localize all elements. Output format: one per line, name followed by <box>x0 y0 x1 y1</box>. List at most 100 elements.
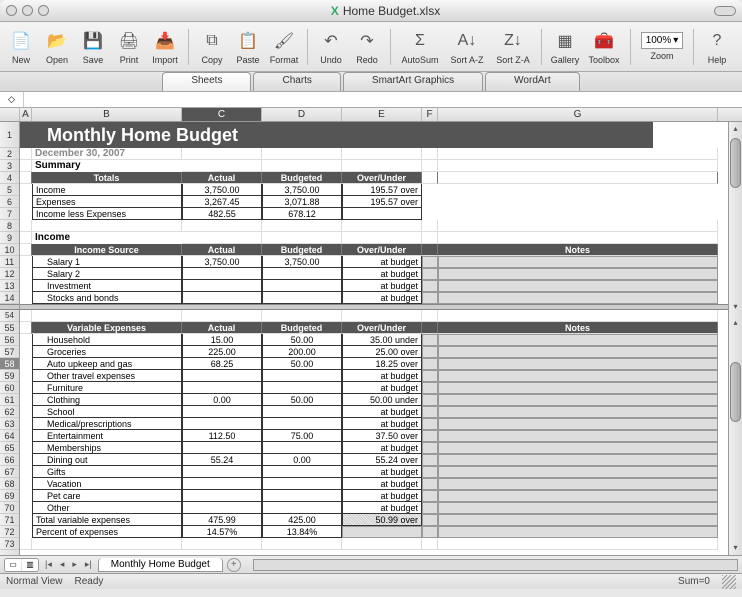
page-layout-view-button[interactable]: ▥ <box>22 559 38 571</box>
zoom-control[interactable]: 100%▾ Zoom <box>637 24 687 70</box>
horizontal-scrollbar[interactable] <box>253 559 738 571</box>
next-sheet-button[interactable]: ▸ <box>70 559 79 570</box>
col-header-g[interactable]: G <box>438 108 718 121</box>
scroll-up-button[interactable]: ▴ <box>729 316 742 330</box>
resize-grip[interactable] <box>722 575 736 589</box>
row-header[interactable]: 10 <box>0 244 19 256</box>
tab-smartart[interactable]: SmartArt Graphics <box>343 72 483 91</box>
import-button[interactable]: 📥Import <box>148 24 182 70</box>
row-header[interactable]: 65 <box>0 442 19 454</box>
row-header[interactable]: 57 <box>0 346 19 358</box>
col-header-a[interactable]: A <box>20 108 32 121</box>
print-button[interactable]: 🖨Print <box>112 24 146 70</box>
row-header[interactable]: 67 <box>0 466 19 478</box>
row-header[interactable]: 68 <box>0 478 19 490</box>
window-title: Home Budget.xlsx <box>343 4 440 18</box>
scroll-down-button[interactable]: ▾ <box>729 300 742 314</box>
sheet-title: Monthly Home Budget <box>35 122 653 148</box>
scroll-down-button[interactable]: ▾ <box>729 541 742 555</box>
prev-sheet-button[interactable]: ◂ <box>58 559 67 570</box>
row-header[interactable]: 59 <box>0 370 19 382</box>
row-header[interactable]: 5 <box>0 184 19 196</box>
scroll-thumb-upper[interactable] <box>730 138 741 188</box>
row-header[interactable]: 69 <box>0 490 19 502</box>
close-window-button[interactable] <box>6 5 17 16</box>
sort-az-icon: A↓ <box>454 29 480 53</box>
copy-button[interactable]: ⧉Copy <box>195 24 229 70</box>
row-header[interactable]: 3 <box>0 160 19 172</box>
sort-za-button[interactable]: Z↓Sort Z-A <box>491 24 535 70</box>
undo-button[interactable]: ↶Undo <box>314 24 348 70</box>
row-header[interactable]: 60 <box>0 382 19 394</box>
row-header[interactable]: 2 <box>0 148 19 160</box>
row-header[interactable]: 63 <box>0 418 19 430</box>
row-header[interactable]: 1 <box>0 122 19 148</box>
redo-button[interactable]: ↷Redo <box>350 24 384 70</box>
sheet-tab[interactable]: Monthly Home Budget <box>98 558 223 572</box>
paste-icon: 📋 <box>235 29 261 53</box>
tab-wordart[interactable]: WordArt <box>485 72 580 91</box>
row-header[interactable]: 70 <box>0 502 19 514</box>
ribbon-tabstrip: Sheets Charts SmartArt Graphics WordArt <box>0 72 742 92</box>
open-button[interactable]: 📂Open <box>40 24 74 70</box>
row-header[interactable]: 73 <box>0 538 19 550</box>
add-sheet-button[interactable]: + <box>227 558 241 572</box>
row-header[interactable]: 58 <box>0 358 19 370</box>
corner-cell[interactable] <box>0 108 20 121</box>
row-headers: 1 2 3 4 5 6 7 8 9 10 11 12 13 14 54 55 5… <box>0 122 20 555</box>
row-header[interactable]: 56 <box>0 334 19 346</box>
row-header[interactable]: 54 <box>0 310 19 322</box>
sort-az-button[interactable]: A↓Sort A-Z <box>445 24 489 70</box>
row-header[interactable]: 8 <box>0 220 19 232</box>
row-header[interactable]: 13 <box>0 280 19 292</box>
row-header[interactable]: 71 <box>0 514 19 526</box>
row-header[interactable]: 66 <box>0 454 19 466</box>
gallery-button[interactable]: ▦Gallery <box>548 24 582 70</box>
new-button[interactable]: 📄New <box>4 24 38 70</box>
row-header[interactable]: 61 <box>0 394 19 406</box>
row-header[interactable]: 9 <box>0 232 19 244</box>
scroll-thumb-lower[interactable] <box>730 362 741 422</box>
col-header-b[interactable]: B <box>32 108 182 121</box>
row-header[interactable]: 62 <box>0 406 19 418</box>
tab-charts[interactable]: Charts <box>253 72 340 91</box>
select-all-corner[interactable]: ◇ <box>0 92 24 107</box>
col-header-d[interactable]: D <box>262 108 342 121</box>
zoom-window-button[interactable] <box>38 5 49 16</box>
row-header[interactable]: 7 <box>0 208 19 220</box>
row-header[interactable]: 12 <box>0 268 19 280</box>
tab-sheets[interactable]: Sheets <box>162 72 251 91</box>
toolbar-toggle-button[interactable] <box>714 6 736 16</box>
last-sheet-button[interactable]: ▸| <box>83 559 94 570</box>
save-button[interactable]: 💾Save <box>76 24 110 70</box>
col-header-c[interactable]: C <box>182 108 262 121</box>
autosum-button[interactable]: ΣAutoSum <box>397 24 443 70</box>
row-header[interactable]: 55 <box>0 322 19 334</box>
row-header[interactable]: 14 <box>0 292 19 304</box>
format-button[interactable]: 🖌Format <box>267 24 301 70</box>
print-icon: 🖨 <box>116 29 142 53</box>
minimize-window-button[interactable] <box>22 5 33 16</box>
row-header[interactable]: 6 <box>0 196 19 208</box>
open-icon: 📂 <box>44 29 70 53</box>
autosum-icon: Σ <box>407 29 433 53</box>
help-button[interactable]: ?Help <box>700 24 734 70</box>
scroll-up-button[interactable]: ▴ <box>729 122 742 136</box>
paste-button[interactable]: 📋Paste <box>231 24 265 70</box>
col-header-f[interactable]: F <box>422 108 438 121</box>
normal-view-button[interactable]: ▭ <box>5 559 21 571</box>
vertical-scrollbar[interactable]: ▴ ▾ ▴ ▾ <box>728 122 742 555</box>
toolbox-button[interactable]: 🧰Toolbox <box>584 24 624 70</box>
gallery-icon: ▦ <box>552 29 578 53</box>
sort-za-icon: Z↓ <box>500 29 526 53</box>
col-header-e[interactable]: E <box>342 108 422 121</box>
first-sheet-button[interactable]: |◂ <box>43 559 54 570</box>
row-header[interactable]: 64 <box>0 430 19 442</box>
row-header[interactable]: 4 <box>0 172 19 184</box>
format-icon: 🖌 <box>271 29 297 53</box>
row-header[interactable]: 11 <box>0 256 19 268</box>
new-icon: 📄 <box>8 29 34 53</box>
cells-grid[interactable]: Monthly Home Budget December 30, 2007 Su… <box>20 122 728 555</box>
view-mode-label: Normal View <box>6 576 63 587</box>
row-header[interactable]: 72 <box>0 526 19 538</box>
